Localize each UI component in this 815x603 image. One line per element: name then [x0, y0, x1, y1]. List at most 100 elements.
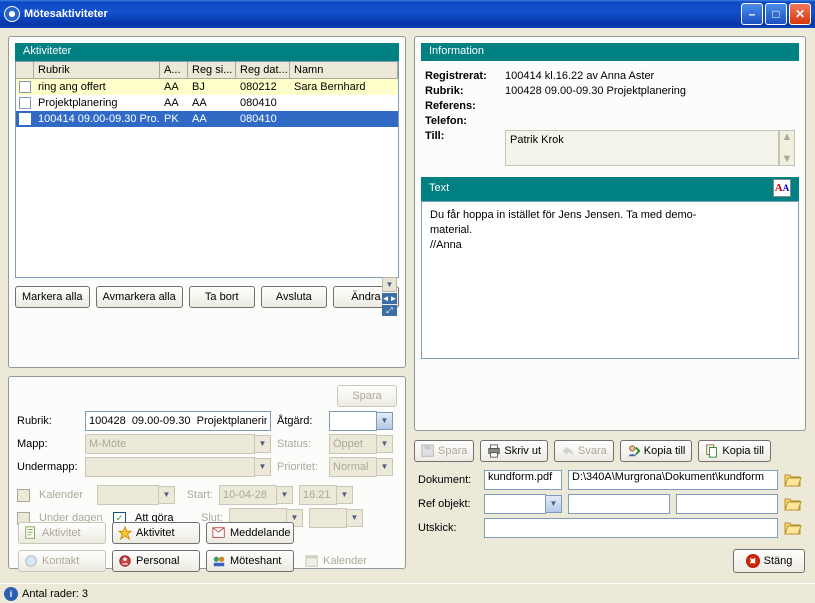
text-header: Text AA [421, 177, 799, 201]
status-label: Status: [277, 438, 323, 450]
col-namn[interactable]: Namn [290, 62, 398, 78]
status-text: Antal rader: 3 [22, 588, 88, 600]
font-icon[interactable]: AA [773, 179, 791, 197]
activities-panel: Aktiviteter Rubrik A... Reg si... Reg da… [8, 36, 406, 368]
mapp-label: Mapp: [17, 438, 79, 450]
telefon-label: Telefon: [425, 115, 505, 127]
aktivitet-button[interactable]: Aktivitet [112, 522, 200, 544]
activities-grid[interactable]: Rubrik A... Reg si... Reg dat... Namn ri… [15, 61, 399, 278]
row-checkbox[interactable] [19, 81, 31, 93]
ref-objekt-dd[interactable] [484, 494, 546, 514]
folder-open-icon[interactable] [784, 519, 802, 537]
reply-icon [561, 444, 575, 458]
rubrik-input[interactable] [85, 411, 271, 431]
row-checkbox[interactable] [19, 113, 31, 125]
note-icon [212, 526, 226, 540]
till-scroll-up[interactable]: ▲ [780, 131, 794, 143]
expand-diag-icon[interactable]: ⤢ [382, 305, 397, 316]
table-row-selected[interactable]: 100414 09.00-09.30 Pro... PK AA 080410 [16, 111, 398, 127]
dokument-path[interactable]: D:\340A\Murgrona\Dokument\kundform [568, 470, 778, 490]
printer-icon [487, 444, 501, 458]
dokument-name[interactable]: kundform.pdf [484, 470, 562, 490]
col-rubrik[interactable]: Rubrik [34, 62, 160, 78]
globe-icon [24, 554, 38, 568]
dokument-label: Dokument: [418, 474, 478, 486]
atgard-dropdown[interactable]: ▼ [377, 412, 393, 430]
kalender-button: Kalender [300, 550, 388, 572]
ref-objekt-dropdown[interactable]: ▼ [546, 495, 562, 513]
till-value: Patrik Krok [510, 134, 774, 146]
ref-objekt-field3[interactable] [676, 494, 778, 514]
till-scroll-down[interactable]: ▼ [780, 153, 794, 165]
start-date-input [219, 485, 277, 505]
info-header: Information [421, 43, 799, 61]
grid-header[interactable]: Rubrik A... Reg si... Reg dat... Namn [16, 62, 398, 79]
ref-objekt-field2[interactable] [568, 494, 670, 514]
window-title: Mötesaktiviteter [24, 8, 108, 20]
ref-objekt-label: Ref objekt: [418, 498, 478, 510]
aktivitet-disabled-button: Aktivitet [18, 522, 106, 544]
expand-horiz-icon[interactable]: ◄► [382, 293, 397, 304]
page-icon [24, 526, 38, 540]
text-body[interactable]: Du får hoppa in istället för Jens Jensen… [421, 201, 799, 359]
avsluta-button[interactable]: Avsluta [261, 286, 327, 308]
status-bar: i Antal rader: 3 [0, 583, 815, 603]
minimize-button[interactable]: – [741, 3, 763, 25]
kopia-till-1-button[interactable]: Kopia till [620, 440, 693, 462]
scroll-down-icon[interactable]: ▼ [382, 277, 397, 292]
till-label: Till: [425, 130, 505, 142]
kalender-checkbox [17, 489, 30, 502]
folder-open-icon[interactable] [784, 495, 802, 513]
spara-button: Spara [414, 440, 474, 462]
maximize-button[interactable]: □ [765, 3, 787, 25]
registrerat-value: 100414 kl.16.22 av Anna Aster [505, 70, 795, 82]
atgard-input[interactable] [329, 411, 377, 431]
till-box: Patrik Krok [505, 130, 779, 166]
copy-doc-icon [705, 444, 719, 458]
registrerat-label: Registrerat: [425, 70, 505, 82]
personal-button[interactable]: Personal [112, 550, 200, 572]
skriv-ut-button[interactable]: Skriv ut [480, 440, 548, 462]
row-checkbox[interactable] [19, 97, 31, 109]
stang-button[interactable]: ✕ Stäng [733, 549, 805, 573]
col-regdat[interactable]: Reg dat... [236, 62, 290, 78]
markera-alla-button[interactable]: Markera alla [15, 286, 90, 308]
app-icon [4, 6, 20, 22]
status-input [329, 434, 377, 454]
prioritet-input [329, 457, 377, 477]
col-regsig[interactable]: Reg si... [188, 62, 236, 78]
ta-bort-button[interactable]: Ta bort [189, 286, 255, 308]
status-dropdown: ▼ [377, 435, 393, 453]
star-icon [118, 526, 132, 540]
info-rubrik-label: Rubrik: [425, 85, 505, 97]
utskick-label: Utskick: [418, 522, 478, 534]
col-a[interactable]: A... [160, 62, 188, 78]
copy-person-icon [627, 444, 641, 458]
spara-top-button: Spara [337, 385, 397, 407]
folder-open-icon[interactable] [784, 471, 802, 489]
kontakt-button: Kontakt [18, 550, 106, 572]
info-rubrik-value: 100428 09.00-09.30 Projektplanering [505, 85, 795, 97]
close-button[interactable]: ✕ [789, 3, 811, 25]
kalender-label: Kalender [39, 489, 91, 501]
referens-label: Referens: [425, 100, 505, 112]
meddelande-button[interactable]: Meddelande [206, 522, 294, 544]
tool-buttons-area: Aktivitet Aktivitet Meddelande Kontakt P… [12, 516, 410, 578]
kopia-till-2-button[interactable]: Kopia till [698, 440, 771, 462]
utskick-field[interactable] [484, 518, 778, 538]
mapp-dropdown: ▼ [255, 435, 271, 453]
prioritet-dropdown: ▼ [377, 458, 393, 476]
person-icon [118, 554, 132, 568]
table-row[interactable]: Projektplanering AA AA 080410 [16, 95, 398, 111]
meeting-icon [212, 554, 226, 568]
info-icon: i [4, 587, 18, 601]
table-row[interactable]: ring ang offert AA BJ 080212 Sara Bernha… [16, 79, 398, 95]
rubrik-label: Rubrik: [17, 415, 79, 427]
info-panel: Information Registrerat:100414 kl.16.22 … [414, 36, 806, 431]
moteshant-button[interactable]: Möteshant [206, 550, 294, 572]
start-time-input [299, 485, 337, 505]
activities-title: Aktiviteter [23, 45, 71, 57]
avmarkera-alla-button[interactable]: Avmarkera alla [96, 286, 183, 308]
prioritet-label: Prioritet: [277, 461, 323, 473]
calendar-icon [305, 554, 319, 568]
